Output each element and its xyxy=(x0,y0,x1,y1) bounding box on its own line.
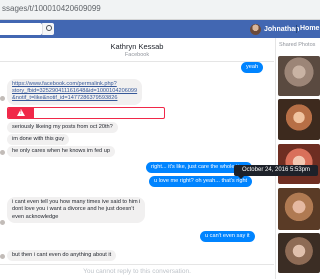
url-text[interactable]: ssages/t/100010420609099 xyxy=(2,4,101,13)
message-received[interactable]: https://www.facebook.com/permalink.php? … xyxy=(7,79,143,105)
message-link[interactable]: https://www.facebook.com/permalink.php? xyxy=(12,81,137,88)
shared-photos-title: Shared Photos xyxy=(279,42,316,48)
facebook-header: Johnathan Home xyxy=(0,20,320,38)
tooltip-arrow xyxy=(238,176,244,179)
message-sent[interactable]: u love me right? oh yeah... that's right xyxy=(149,176,253,188)
message-timestamp-tooltip: October 24, 2016 5:53pm xyxy=(234,165,318,179)
thread-subtitle: Facebook xyxy=(124,52,150,58)
profile-link[interactable]: Johnathan xyxy=(250,23,299,35)
message-sent[interactable]: yeah xyxy=(241,62,264,74)
search-icon[interactable] xyxy=(42,23,54,35)
message-text: yeah xyxy=(246,64,259,70)
message-received[interactable]: but then i cant even do anything about i… xyxy=(7,250,117,262)
message-text: he only cares when he knows im fed up xyxy=(12,148,110,154)
avatar[interactable] xyxy=(0,254,5,259)
reply-disabled-notice: You cannot reply to this conversation. xyxy=(83,268,191,275)
shared-photo[interactable] xyxy=(278,233,320,273)
shared-photo[interactable] xyxy=(278,56,320,96)
shared-photo[interactable] xyxy=(278,99,320,140)
avatar[interactable] xyxy=(250,23,261,35)
reply-bar: You cannot reply to this conversation. xyxy=(0,264,274,279)
message-text: u love me right? oh yeah... that's right xyxy=(154,178,248,184)
message-text: dont love you i want a divorce and he ju… xyxy=(12,206,135,213)
shared-photo[interactable] xyxy=(278,144,320,184)
tooltip-text: October 24, 2016 5:53pm xyxy=(241,167,311,173)
shared-photo[interactable] xyxy=(278,188,320,230)
user-name[interactable]: Johnathan xyxy=(264,26,299,33)
message-received[interactable]: i cant even tell you how many times ive … xyxy=(7,197,146,223)
message-text: u can't even say it xyxy=(205,233,250,239)
warning-icon: ! xyxy=(8,108,34,118)
message-text: right... it's like, just care the whole … xyxy=(151,164,247,170)
message-link[interactable]: &notif_t=like&notif_id=1477286379593826 xyxy=(12,95,137,102)
home-link[interactable]: Home xyxy=(300,25,319,32)
avatar[interactable] xyxy=(0,220,5,225)
message-text: seriously likeing my posts from oct 20th… xyxy=(12,124,113,130)
search-input[interactable] xyxy=(0,23,42,35)
header-divider xyxy=(296,25,297,33)
attachment-unavailable[interactable]: ! xyxy=(7,107,165,119)
message-text: i cant even tell you how many times ive … xyxy=(12,199,141,205)
message-received[interactable]: im done with this guy xyxy=(7,134,70,146)
avatar[interactable] xyxy=(0,96,5,101)
message-text: but then i cant even do anything about i… xyxy=(12,252,112,258)
message-text: even acknowledge xyxy=(12,213,59,220)
thread-title[interactable]: Kathryn Kessab xyxy=(0,42,274,51)
message-received[interactable]: he only cares when he knows im fed up xyxy=(7,146,115,158)
browser-address-bar[interactable]: ssages/t/100010420609099 xyxy=(0,0,320,20)
message-sent[interactable]: u can't even say it xyxy=(200,231,255,243)
thread-header: Kathryn Kessab Facebook xyxy=(0,38,274,62)
message-link[interactable]: story_fbid=325290411161648&id=1000104206… xyxy=(12,88,137,95)
message-text: im done with this guy xyxy=(12,136,65,142)
avatar[interactable] xyxy=(0,150,5,155)
message-received[interactable]: seriously likeing my posts from oct 20th… xyxy=(7,122,118,134)
